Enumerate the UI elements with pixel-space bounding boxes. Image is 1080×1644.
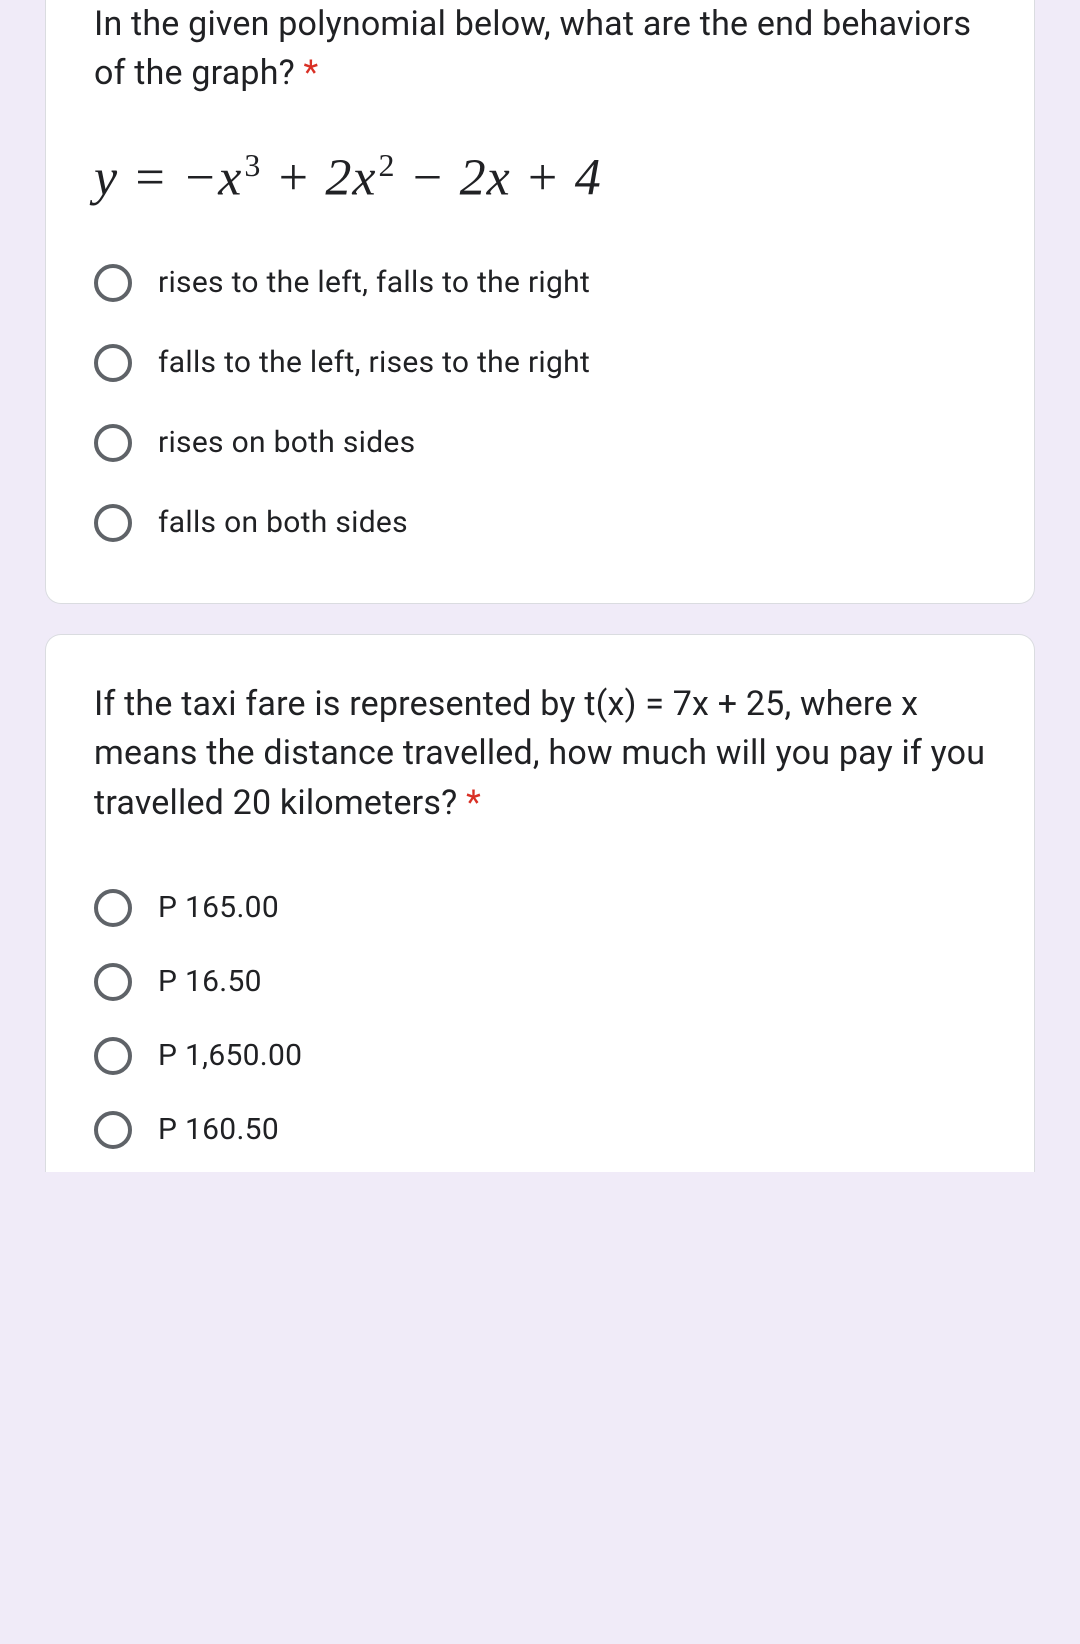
option-3[interactable]: P 1,650.00 (94, 1024, 986, 1088)
option-1[interactable]: P 165.00 (94, 876, 986, 940)
option-1[interactable]: rises to the left, falls to the right (94, 251, 986, 315)
question-title: If the taxi fare is represented by t(x) … (94, 680, 986, 828)
option-4[interactable]: falls on both sides (94, 491, 986, 555)
option-label: P 1,650.00 (158, 1038, 302, 1073)
option-label: rises on both sides (158, 425, 415, 460)
options-group: rises to the left, falls to the right fa… (94, 251, 986, 555)
option-label: falls to the left, rises to the right (158, 345, 590, 380)
question-card-1: In the given polynomial below, what are … (45, 0, 1035, 604)
option-4[interactable]: P 160.50 (94, 1098, 986, 1162)
radio-icon (94, 424, 132, 462)
option-label: rises to the left, falls to the right (158, 265, 590, 300)
radio-icon (94, 504, 132, 542)
options-group: P 165.00 P 16.50 P 1,650.00 P 160.50 (94, 876, 986, 1162)
required-asterisk: * (304, 53, 319, 93)
radio-icon (94, 889, 132, 927)
question-text: If the taxi fare is represented by t(x) … (94, 684, 985, 823)
option-label: P 16.50 (158, 964, 262, 999)
option-3[interactable]: rises on both sides (94, 411, 986, 475)
radio-icon (94, 1111, 132, 1149)
equation: y = −x3 + 2x2 − 2x + 4 (94, 147, 986, 207)
radio-icon (94, 264, 132, 302)
question-card-2: If the taxi fare is represented by t(x) … (45, 634, 1035, 1172)
option-2[interactable]: falls to the left, rises to the right (94, 331, 986, 395)
radio-icon (94, 344, 132, 382)
option-label: P 160.50 (158, 1112, 279, 1147)
option-label: falls on both sides (158, 505, 408, 540)
radio-icon (94, 963, 132, 1001)
question-text: In the given polynomial below, what are … (94, 4, 971, 93)
option-label: P 165.00 (158, 890, 279, 925)
required-asterisk: * (466, 783, 481, 823)
radio-icon (94, 1037, 132, 1075)
question-title: In the given polynomial below, what are … (94, 0, 986, 99)
option-2[interactable]: P 16.50 (94, 950, 986, 1014)
